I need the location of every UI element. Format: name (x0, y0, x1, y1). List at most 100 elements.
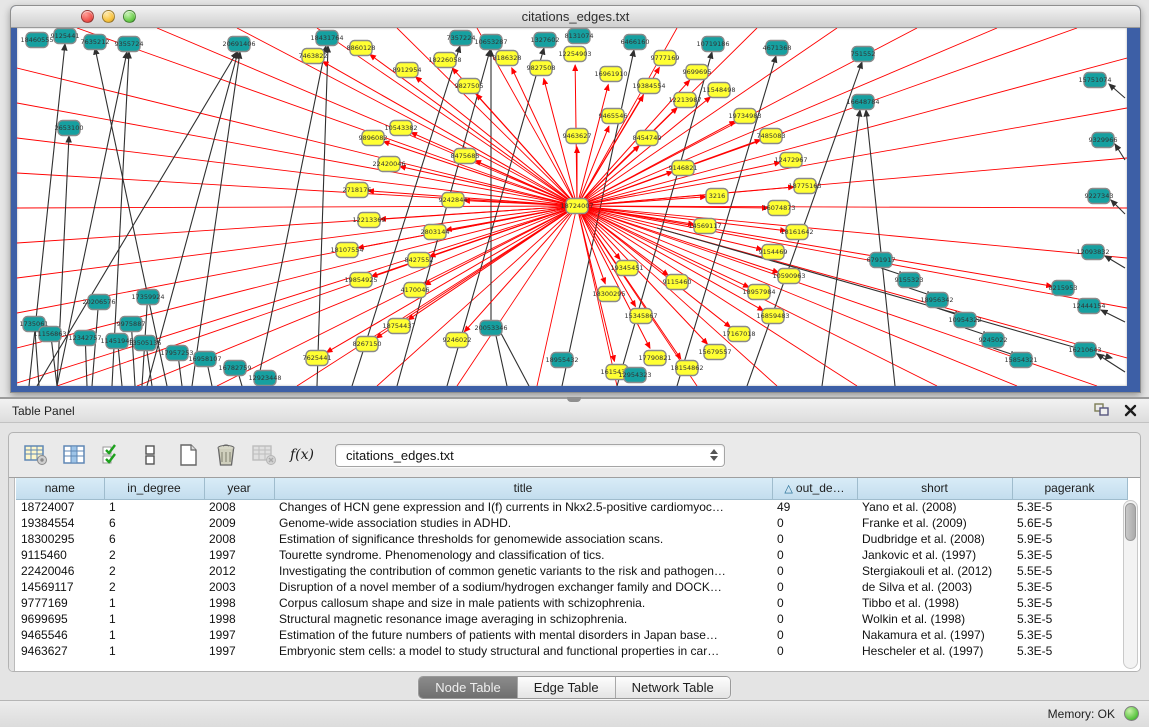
table-cell[interactable]: Jankovic et al. (1997) (857, 547, 1012, 563)
network-window-titlebar[interactable]: citations_edges.txt (11, 6, 1140, 28)
table-cell[interactable]: Franke et al. (2009) (857, 515, 1012, 531)
table-cell[interactable]: 0 (772, 563, 857, 579)
delete-table-icon[interactable] (251, 442, 277, 468)
table-cell[interactable]: 0 (772, 579, 857, 595)
table-cell[interactable]: 49 (772, 499, 857, 515)
delete-trash-icon[interactable] (213, 442, 239, 468)
table-row[interactable]: 946362711997Embryonic stem cells: a mode… (16, 643, 1127, 659)
create-table-icon[interactable] (175, 442, 201, 468)
column-header[interactable]: short (857, 478, 1012, 499)
column-header[interactable]: △ out_de… (772, 478, 857, 499)
memory-ok-icon[interactable] (1124, 706, 1139, 721)
table-cell[interactable]: 0 (772, 627, 857, 643)
table-cell[interactable]: 5.3E-5 (1012, 579, 1127, 595)
table-scrollbar[interactable] (1123, 500, 1138, 669)
table-cell[interactable]: Investigating the contribution of common… (274, 563, 772, 579)
table-cell[interactable]: 0 (772, 611, 857, 627)
table-cell[interactable]: 5.3E-5 (1012, 499, 1127, 515)
table-cell[interactable]: 2 (104, 547, 204, 563)
table-scrollbar-thumb[interactable] (1125, 503, 1136, 541)
table-cell[interactable]: 1 (104, 499, 204, 515)
table-cell[interactable]: Tibbo et al. (1998) (857, 595, 1012, 611)
table-cell[interactable]: 5.3E-5 (1012, 643, 1127, 659)
table-cell[interactable]: 18300295 (16, 531, 104, 547)
select-rows-icon[interactable] (99, 442, 125, 468)
table-cell[interactable]: 5.9E-5 (1012, 531, 1127, 547)
table-cell[interactable]: 5.6E-5 (1012, 515, 1127, 531)
table-settings-icon[interactable] (23, 442, 49, 468)
tab-node-table[interactable]: Node Table (419, 677, 518, 698)
table-select-dropdown[interactable]: citations_edges.txt (335, 444, 725, 467)
table-cell[interactable]: 5.5E-5 (1012, 563, 1127, 579)
table-cell[interactable]: 22420046 (16, 563, 104, 579)
table-cell[interactable]: 1 (104, 643, 204, 659)
table-cell[interactable]: 9115460 (16, 547, 104, 563)
table-cell[interactable]: 6 (104, 515, 204, 531)
tab-network-table[interactable]: Network Table (616, 677, 730, 698)
table-row[interactable]: 911546021997Tourette syndrome. Phenomeno… (16, 547, 1127, 563)
table-cell[interactable]: 9465546 (16, 627, 104, 643)
table-row[interactable]: 946554611997Estimation of the future num… (16, 627, 1127, 643)
table-cell[interactable]: Hescheler et al. (1997) (857, 643, 1012, 659)
close-window-button[interactable] (81, 10, 94, 23)
table-cell[interactable]: Corpus callosum shape and size in male p… (274, 595, 772, 611)
table-cell[interactable]: 0 (772, 643, 857, 659)
table-cell[interactable]: 9699695 (16, 611, 104, 627)
network-graph[interactable]: 1872400774638228860128891295418226058982… (17, 28, 1127, 386)
table-cell[interactable]: 18724007 (16, 499, 104, 515)
column-header[interactable]: pagerank (1012, 478, 1127, 499)
table-cell[interactable]: 1998 (204, 595, 274, 611)
table-cell[interactable]: Nakamura et al. (1997) (857, 627, 1012, 643)
table-cell[interactable]: 9777169 (16, 595, 104, 611)
table-row[interactable]: 977716911998Corpus callosum shape and si… (16, 595, 1127, 611)
table-cell[interactable]: 2 (104, 563, 204, 579)
table-row[interactable]: 1872400712008Changes of HCN gene express… (16, 499, 1127, 515)
table-cell[interactable]: Disruption of a novel member of a sodium… (274, 579, 772, 595)
table-cell[interactable]: Genome-wide association studies in ADHD. (274, 515, 772, 531)
table-cell[interactable]: 0 (772, 515, 857, 531)
column-header[interactable]: in_degree (104, 478, 204, 499)
table-row[interactable]: 1938455462009Genome-wide association stu… (16, 515, 1127, 531)
show-columns-icon[interactable] (61, 442, 87, 468)
table-cell[interactable]: 1997 (204, 643, 274, 659)
minimize-window-button[interactable] (102, 10, 115, 23)
close-panel-icon[interactable] (1124, 404, 1137, 417)
table-cell[interactable]: 2008 (204, 499, 274, 515)
table-cell[interactable]: Wolkin et al. (1998) (857, 611, 1012, 627)
function-builder-icon[interactable]: f(x) (289, 442, 315, 468)
table-cell[interactable]: 14569117 (16, 579, 104, 595)
table-row[interactable]: 1830029562008Estimation of significance … (16, 531, 1127, 547)
row-height-icon[interactable] (137, 442, 163, 468)
table-cell[interactable]: 5.3E-5 (1012, 627, 1127, 643)
table-cell[interactable]: 19384554 (16, 515, 104, 531)
column-header[interactable]: title (274, 478, 772, 499)
table-row[interactable]: 1456911722003Disruption of a novel membe… (16, 579, 1127, 595)
table-cell[interactable]: Dudbridge et al. (2008) (857, 531, 1012, 547)
table-cell[interactable]: 2012 (204, 563, 274, 579)
table-cell[interactable]: Embryonic stem cells: a model to study s… (274, 643, 772, 659)
table-cell[interactable]: Estimation of the future numbers of pati… (274, 627, 772, 643)
table-cell[interactable]: Estimation of significance thresholds fo… (274, 531, 772, 547)
table-cell[interactable]: Yano et al. (2008) (857, 499, 1012, 515)
table-cell[interactable]: 5.3E-5 (1012, 611, 1127, 627)
table-cell[interactable]: 1997 (204, 627, 274, 643)
table-cell[interactable]: 6 (104, 531, 204, 547)
table-cell[interactable]: 0 (772, 547, 857, 563)
column-header[interactable]: year (204, 478, 274, 499)
table-row[interactable]: 2242004622012Investigating the contribut… (16, 563, 1127, 579)
table-cell[interactable]: 9463627 (16, 643, 104, 659)
table-cell[interactable]: Tourette syndrome. Phenomenology and cla… (274, 547, 772, 563)
table-cell[interactable]: 1997 (204, 547, 274, 563)
table-cell[interactable]: 0 (772, 595, 857, 611)
table-cell[interactable]: de Silva et al. (2003) (857, 579, 1012, 595)
table-cell[interactable]: Stergiakouli et al. (2012) (857, 563, 1012, 579)
table-cell[interactable]: 1998 (204, 611, 274, 627)
table-cell[interactable]: 5.3E-5 (1012, 595, 1127, 611)
zoom-window-button[interactable] (123, 10, 136, 23)
network-canvas[interactable]: 1872400774638228860128891295418226058982… (17, 28, 1127, 386)
table-cell[interactable]: 2008 (204, 531, 274, 547)
table-cell[interactable]: Structural magnetic resonance image aver… (274, 611, 772, 627)
table-cell[interactable]: 5.3E-5 (1012, 547, 1127, 563)
table-cell[interactable]: 2 (104, 579, 204, 595)
tab-edge-table[interactable]: Edge Table (518, 677, 616, 698)
